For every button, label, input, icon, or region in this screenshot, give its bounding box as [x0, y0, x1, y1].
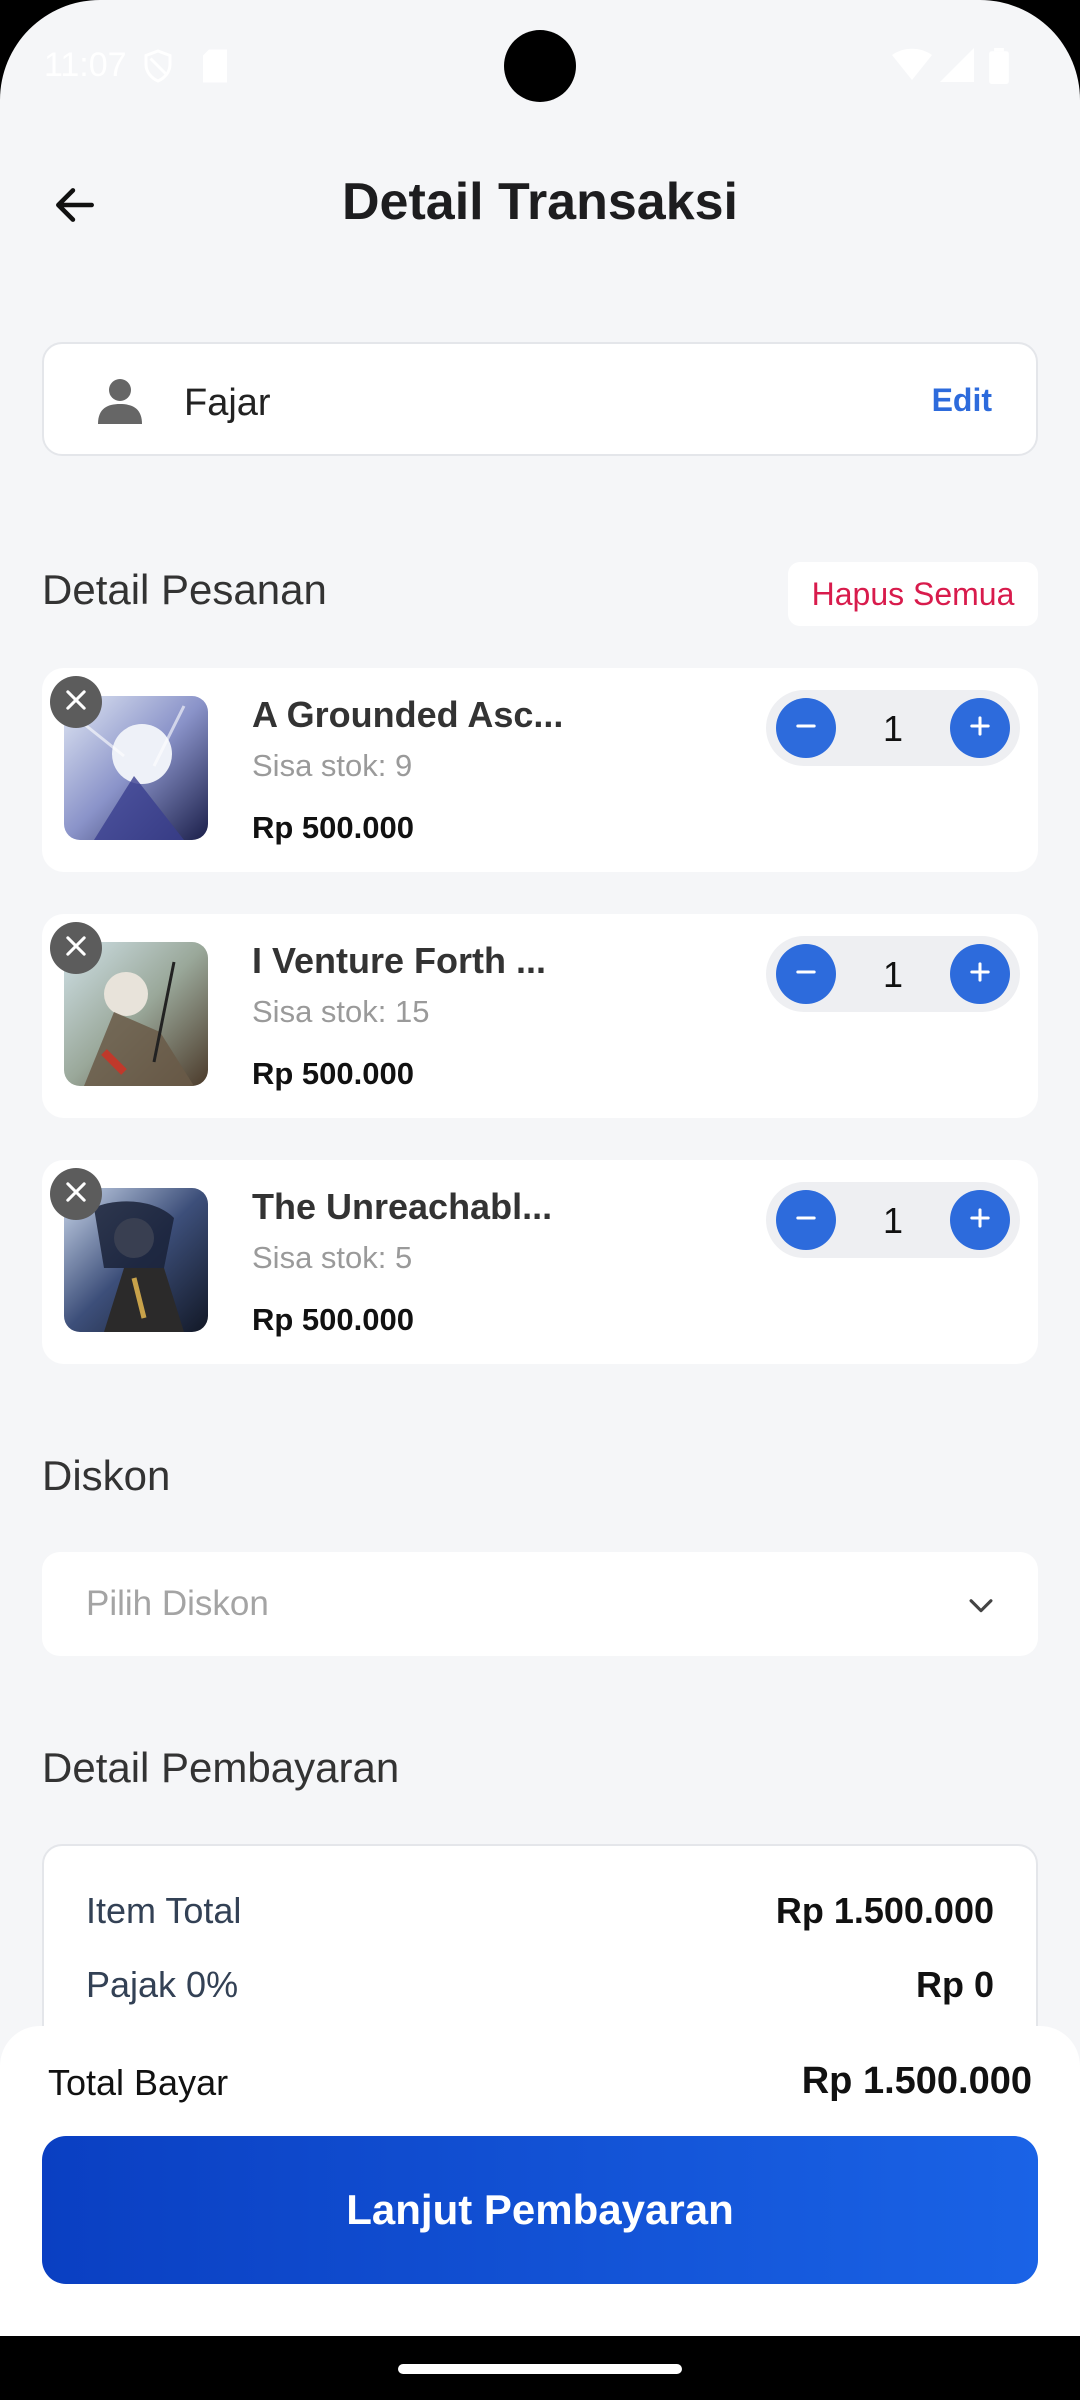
payment-row: Item Total Rp 1.500.000 — [86, 1890, 994, 1932]
increase-quantity-button[interactable] — [950, 698, 1010, 758]
decrease-quantity-button[interactable] — [776, 1190, 836, 1250]
item-stock: Sisa stok: 15 — [252, 994, 430, 1029]
sd-card-icon — [200, 48, 230, 89]
discount-section-title: Diskon — [42, 1452, 171, 1499]
quantity-stepper: 1 — [766, 1182, 1020, 1258]
close-icon — [62, 686, 90, 719]
item-title: The Unreachabl... — [252, 1186, 553, 1227]
minus-icon — [792, 958, 820, 991]
item-stock: Sisa stok: 9 — [252, 748, 413, 783]
app-screen: 11:07 Detail Transaksi Fajar Edit Detail… — [0, 0, 1080, 2336]
minus-icon — [792, 712, 820, 745]
payment-row-value: Rp 0 — [915, 1964, 994, 2005]
item-title: I Venture Forth ... — [252, 940, 547, 981]
continue-payment-button[interactable]: Lanjut Pembayaran — [42, 2136, 1038, 2284]
quantity-stepper: 1 — [766, 936, 1020, 1012]
chevron-down-icon — [964, 1588, 998, 1627]
customer-name: Fajar — [184, 382, 271, 424]
clear-all-button[interactable]: Hapus Semua — [788, 562, 1038, 626]
increase-quantity-button[interactable] — [950, 944, 1010, 1004]
close-icon — [62, 932, 90, 965]
camera-cutout — [504, 30, 576, 102]
remove-item-button[interactable] — [50, 676, 102, 728]
app-bar: Detail Transaksi — [0, 150, 1080, 260]
item-title: A Grounded Asc... — [252, 694, 564, 735]
total-value: Rp 1.500.000 — [801, 2060, 1032, 2102]
customer-card[interactable]: Fajar Edit — [42, 342, 1038, 456]
quantity-value: 1 — [882, 1200, 904, 1241]
minus-icon — [792, 1204, 820, 1237]
item-stock: Sisa stok: 5 — [252, 1240, 413, 1275]
plus-icon — [966, 712, 994, 745]
remove-item-button[interactable] — [50, 922, 102, 974]
payment-row-label: Pajak 0% — [86, 1964, 239, 2005]
battery-icon — [988, 48, 1010, 89]
payment-row-label: Item Total — [86, 1890, 242, 1931]
total-label: Total Bayar — [48, 2062, 229, 2103]
quantity-value: 1 — [882, 954, 904, 995]
plus-icon — [966, 1204, 994, 1237]
edit-customer-button[interactable]: Edit — [932, 382, 992, 419]
close-icon — [62, 1178, 90, 1211]
home-indicator[interactable] — [398, 2364, 682, 2374]
order-item: I Venture Forth ... Sisa stok: 15 Rp 500… — [42, 914, 1038, 1118]
order-section-title: Detail Pesanan — [42, 566, 327, 613]
order-item: The Unreachabl... Sisa stok: 5 Rp 500.00… — [42, 1160, 1038, 1364]
person-icon — [98, 378, 142, 424]
item-price: Rp 500.000 — [252, 810, 414, 845]
item-price: Rp 500.000 — [252, 1302, 414, 1337]
order-item: A Grounded Asc... Sisa stok: 9 Rp 500.00… — [42, 668, 1038, 872]
remove-item-button[interactable] — [50, 1168, 102, 1220]
decrease-quantity-button[interactable] — [776, 944, 836, 1004]
increase-quantity-button[interactable] — [950, 1190, 1010, 1250]
page-title: Detail Transaksi — [342, 173, 738, 231]
signal-icon — [940, 48, 974, 87]
discount-placeholder: Pilih Diskon — [86, 1584, 269, 1623]
checkout-bar: Total Bayar Rp 1.500.000 Lanjut Pembayar… — [0, 2026, 1080, 2336]
wifi-icon — [892, 48, 932, 87]
payment-row-value: Rp 1.500.000 — [775, 1890, 994, 1931]
payment-section-title: Detail Pembayaran — [42, 1744, 400, 1791]
item-price: Rp 500.000 — [252, 1056, 414, 1091]
quantity-stepper: 1 — [766, 690, 1020, 766]
payment-row: Pajak 0% Rp 0 — [86, 1964, 994, 2006]
quantity-value: 1 — [882, 708, 904, 749]
status-bar: 11:07 — [0, 0, 1080, 130]
plus-icon — [966, 958, 994, 991]
shield-icon — [140, 48, 176, 89]
status-time: 11:07 — [44, 46, 127, 84]
decrease-quantity-button[interactable] — [776, 698, 836, 758]
discount-select[interactable]: Pilih Diskon — [42, 1552, 1038, 1656]
